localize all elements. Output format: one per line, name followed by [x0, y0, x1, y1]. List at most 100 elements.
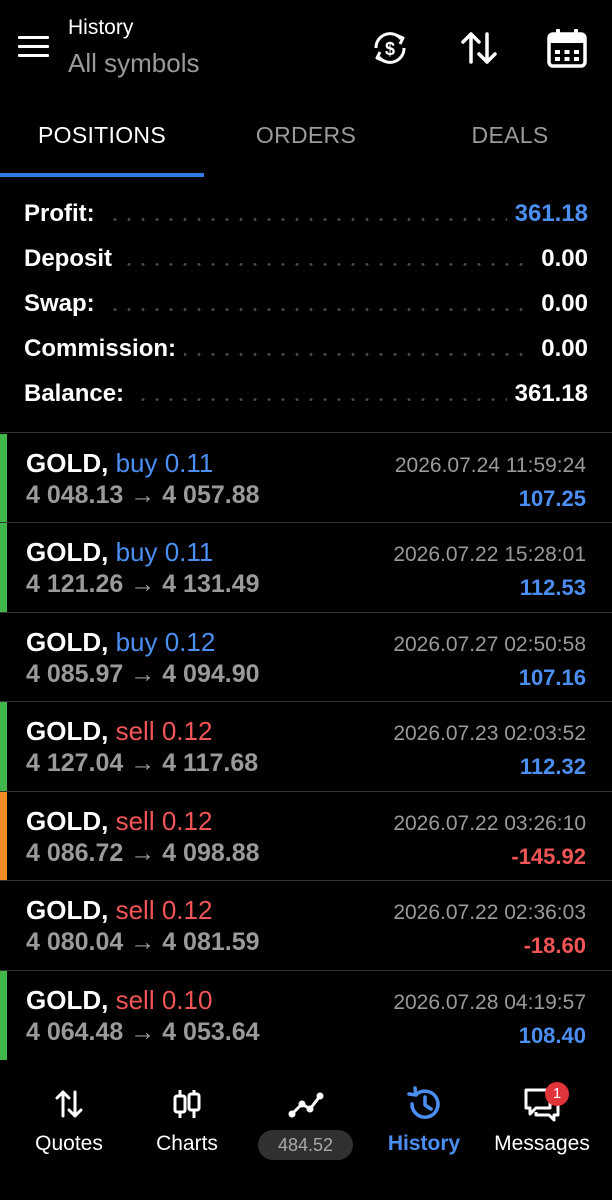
- svg-text:$: $: [385, 39, 395, 59]
- history-icon: [407, 1086, 440, 1119]
- balance-pill[interactable]: 484.52: [258, 1130, 353, 1160]
- status-marker: [0, 523, 7, 612]
- list-item[interactable]: GOLD, sell 0.12 4 086.72 → 4 098.88 2026…: [0, 792, 612, 881]
- trade-side: buy 0.11: [115, 537, 214, 567]
- summary-value: 0.00: [533, 335, 588, 363]
- trade-time: 2026.07.28 04:19:57: [393, 991, 586, 1014]
- summary-label: Commission:: [24, 335, 185, 363]
- trade-prices: 4 064.48 → 4 053.64: [26, 1018, 260, 1046]
- trade-profit: 112.53: [519, 575, 586, 600]
- tab-positions[interactable]: POSITIONS: [0, 122, 204, 149]
- trade-side: buy 0.11: [115, 448, 214, 478]
- list-item[interactable]: GOLD, sell 0.12 4 080.04 → 4 081.59 2026…: [0, 881, 612, 970]
- trade-profit: 107.16: [518, 665, 586, 690]
- trade-symbol: GOLD, sell 0.12: [26, 806, 212, 837]
- nav-label: History: [387, 1132, 461, 1155]
- trade-time: 2026.07.27 02:50:58: [393, 633, 586, 656]
- summary-row-balance: Balance: 361.18: [24, 370, 588, 416]
- nav-quotes[interactable]: Quotes: [9, 1068, 129, 1178]
- nav-history[interactable]: History: [364, 1068, 484, 1178]
- trade-profit: 108.40: [518, 1023, 586, 1048]
- trade-time: 2026.07.22 03:26:10: [393, 812, 586, 835]
- trade-side: sell 0.12: [115, 895, 213, 925]
- trade-profit: 107.25: [518, 486, 586, 511]
- tab-deals[interactable]: DEALS: [408, 122, 612, 149]
- trade-prices: 4 085.97 → 4 094.90: [26, 660, 260, 688]
- status-marker: [0, 881, 7, 970]
- tab-orders[interactable]: ORDERS: [204, 122, 408, 149]
- symbol-name: GOLD,: [26, 895, 109, 925]
- summary-label: Balance:: [24, 380, 133, 408]
- nav-messages[interactable]: Messages: [482, 1068, 602, 1178]
- status-marker: [0, 434, 7, 523]
- status-marker: [0, 613, 7, 702]
- trade-time: 2026.07.22 15:28:01: [393, 543, 586, 566]
- trade-profit: -145.92: [511, 844, 586, 869]
- dotted-leader: [24, 308, 588, 311]
- trade-side: sell 0.10: [115, 985, 213, 1015]
- nav-charts[interactable]: Charts: [127, 1068, 247, 1178]
- summary-row-commission: Commission: 0.00: [24, 325, 588, 371]
- trade-icon: [288, 1092, 324, 1118]
- menu-icon[interactable]: [18, 36, 50, 60]
- sort-icon[interactable]: [457, 26, 501, 70]
- summary-label: Profit:: [24, 200, 103, 228]
- list-item[interactable]: GOLD, buy 0.12 4 085.97 → 4 094.90 2026.…: [0, 613, 612, 702]
- trade-profit: -18.60: [523, 933, 586, 958]
- trade-side: sell 0.12: [115, 716, 213, 746]
- summary-label: Swap:: [24, 290, 103, 318]
- trade-prices: 4 127.04 → 4 117.68: [26, 749, 259, 777]
- list-item[interactable]: GOLD, buy 0.11 4 121.26 → 4 131.49 2026.…: [0, 523, 612, 612]
- active-tab-indicator: [0, 173, 204, 177]
- summary-row-deposit: Deposit 0.00: [24, 235, 588, 281]
- history-tabs: POSITIONS ORDERS DEALS: [0, 108, 612, 178]
- summary-row-profit: Profit: 361.18: [24, 190, 588, 236]
- list-item[interactable]: GOLD, sell 0.10 4 064.48 → 4 053.64 2026…: [0, 971, 612, 1060]
- symbol-name: GOLD,: [26, 985, 109, 1015]
- charts-icon: [173, 1090, 201, 1118]
- status-marker: [0, 702, 7, 791]
- messages-badge: 1: [545, 1082, 569, 1106]
- trade-time: 2026.07.23 02:03:52: [393, 722, 586, 745]
- summary-row-swap: Swap: 0.00: [24, 280, 588, 326]
- trade-symbol: GOLD, sell 0.12: [26, 716, 212, 747]
- page-title: History: [68, 16, 134, 39]
- nav-label: Charts: [156, 1132, 218, 1155]
- trade-time: 2026.07.22 02:36:03: [393, 901, 586, 924]
- symbol-name: GOLD,: [26, 627, 109, 657]
- summary-value: 0.00: [533, 245, 588, 273]
- trade-symbol: GOLD, buy 0.11: [26, 448, 213, 479]
- summary-value: 0.00: [533, 290, 588, 318]
- symbol-filter[interactable]: All symbols: [68, 48, 199, 79]
- trade-side: sell 0.12: [115, 806, 213, 836]
- currency-exchange-icon[interactable]: $: [368, 26, 412, 70]
- trade-prices: 4 086.72 → 4 098.88: [26, 839, 260, 867]
- divider: [0, 432, 612, 433]
- trade-symbol: GOLD, buy 0.12: [26, 627, 215, 658]
- trade-time: 2026.07.24 11:59:24: [394, 454, 586, 477]
- app-header: History All symbols $: [0, 0, 612, 100]
- status-marker: [0, 971, 7, 1060]
- nav-label: Messages: [494, 1132, 590, 1155]
- list-item[interactable]: GOLD, buy 0.11 4 048.13 → 4 057.88 2026.…: [0, 434, 612, 523]
- trade-prices: 4 080.04 → 4 081.59: [26, 928, 260, 956]
- summary-value: 361.18: [506, 380, 588, 408]
- status-marker: [0, 792, 7, 881]
- symbol-name: GOLD,: [26, 716, 109, 746]
- trade-prices: 4 048.13 → 4 057.88: [26, 481, 260, 509]
- nav-trade[interactable]: [246, 1068, 366, 1178]
- trade-prices: 4 121.26 → 4 131.49: [26, 570, 260, 598]
- nav-label: Quotes: [35, 1132, 103, 1155]
- list-item[interactable]: GOLD, sell 0.12 4 127.04 → 4 117.68 2026…: [0, 702, 612, 791]
- trade-symbol: GOLD, sell 0.10: [26, 985, 212, 1016]
- summary-label: Deposit: [24, 245, 121, 273]
- trade-symbol: GOLD, sell 0.12: [26, 895, 212, 926]
- calendar-icon[interactable]: [545, 26, 589, 70]
- summary-value: 361.18: [506, 200, 588, 228]
- trade-side: buy 0.12: [115, 627, 216, 657]
- symbol-name: GOLD,: [26, 806, 109, 836]
- symbol-name: GOLD,: [26, 448, 109, 478]
- dotted-leader: [24, 218, 588, 221]
- quotes-icon: [55, 1090, 83, 1118]
- symbol-name: GOLD,: [26, 537, 109, 567]
